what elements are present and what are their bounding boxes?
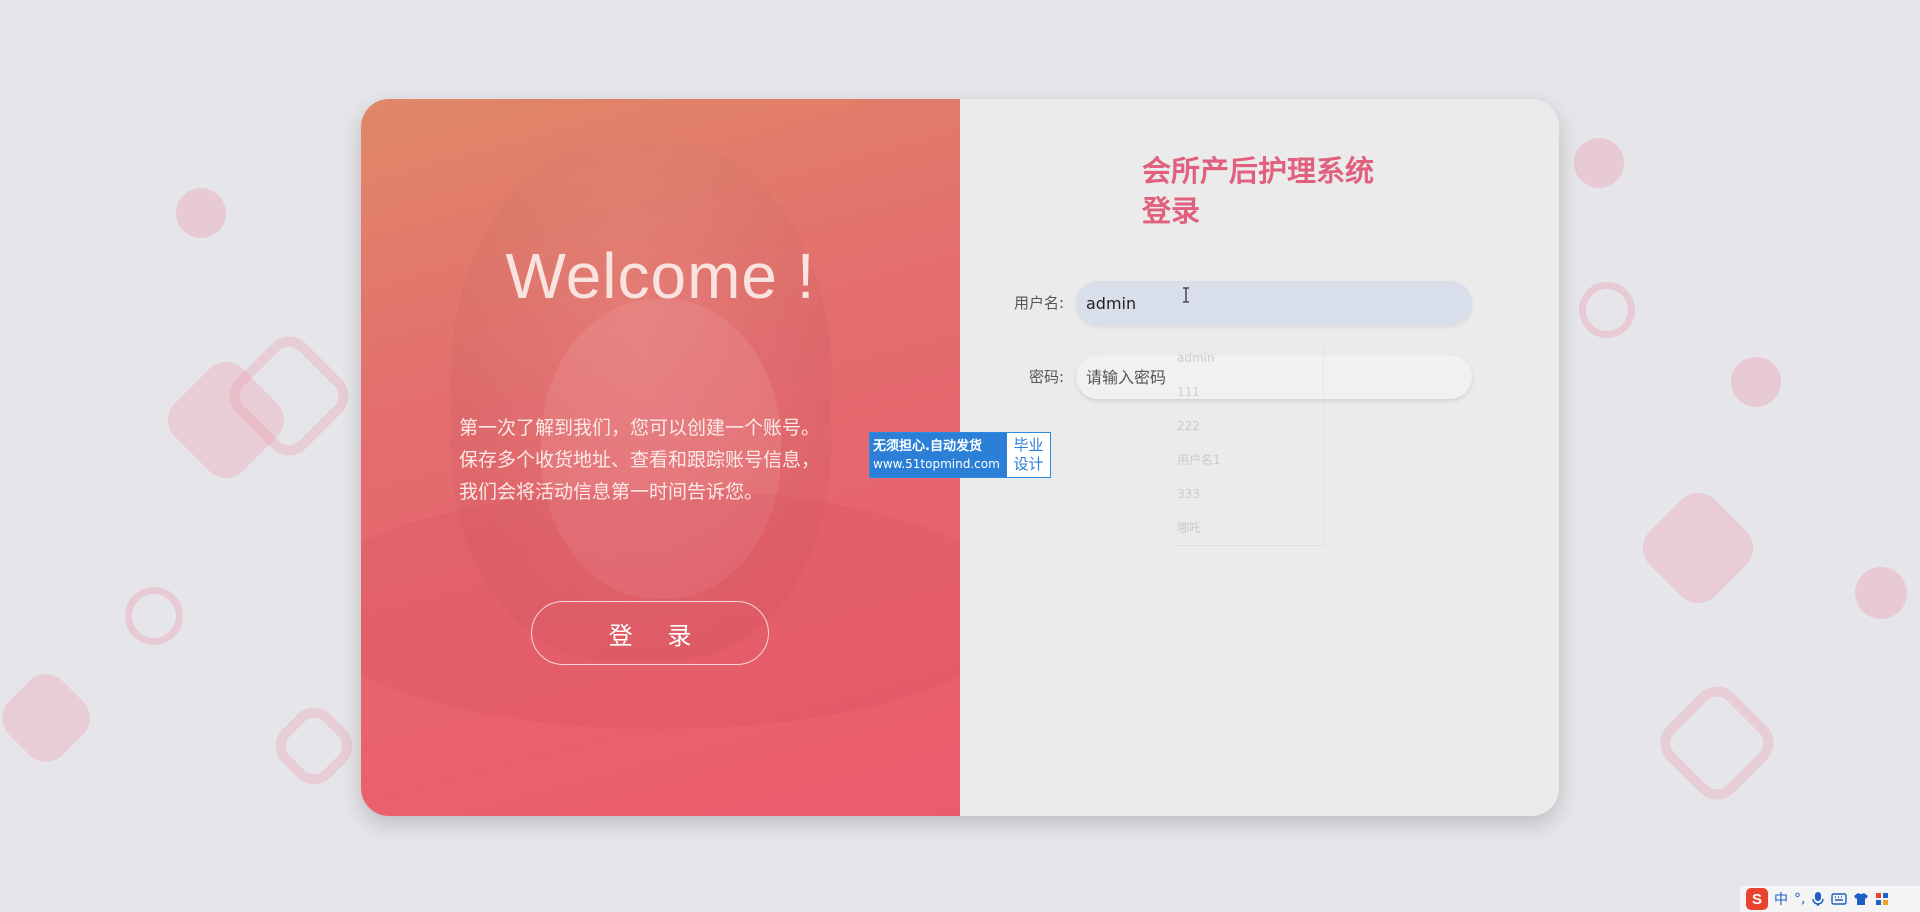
bg-rounded-square bbox=[0, 664, 100, 772]
ime-toolbar: S 中 °, bbox=[1740, 886, 1920, 912]
mic-icon[interactable] bbox=[1811, 891, 1825, 907]
password-label: 密码: bbox=[1028, 368, 1064, 386]
welcome-heading: Welcome ! bbox=[505, 240, 816, 312]
page-title-line: 会所产后护理系统 bbox=[1142, 154, 1375, 188]
bg-ring bbox=[1579, 282, 1635, 338]
watermark-text: 无须担心.自动发货 www.51topmind.com bbox=[870, 433, 1007, 477]
grid-icon[interactable] bbox=[1875, 892, 1889, 906]
bg-dot bbox=[1731, 357, 1781, 407]
ime-mode-toggle[interactable]: 中 bbox=[1774, 889, 1788, 909]
ime-punctuation-toggle[interactable]: °, bbox=[1794, 891, 1805, 907]
watermark-label-line: 设计 bbox=[1013, 455, 1044, 473]
watermark-label: 毕业 设计 bbox=[1007, 433, 1050, 477]
watermark-badge[interactable]: 无须担心.自动发货 www.51topmind.com 毕业 设计 bbox=[869, 432, 1051, 478]
keyboard-icon[interactable] bbox=[1831, 892, 1848, 906]
text-cursor-icon bbox=[1183, 287, 1189, 303]
username-input[interactable] bbox=[1076, 281, 1472, 325]
intro-line: 第一次了解到我们，您可以创建一个账号。 bbox=[459, 417, 821, 439]
autocomplete-item[interactable]: 用户名1 bbox=[1173, 443, 1323, 477]
bg-rounded-square-outline bbox=[265, 697, 363, 795]
sogou-logo-icon[interactable]: S bbox=[1746, 888, 1768, 910]
shirt-icon[interactable] bbox=[1853, 892, 1869, 906]
bg-rounded-square bbox=[1632, 482, 1764, 614]
intro-line: 保存多个收货地址、查看和跟踪账号信息， bbox=[459, 449, 821, 471]
intro-line: 我们会将活动信息第一时间告诉您。 bbox=[459, 481, 764, 503]
bg-dot bbox=[1855, 567, 1907, 619]
autocomplete-dropdown: admin 111 222 用户名1 333 哪吒 bbox=[1173, 341, 1324, 546]
login-page: Welcome ! 第一次了解到我们，您可以创建一个账号。 保存多个收货地址、查… bbox=[0, 0, 1920, 912]
bg-ring bbox=[125, 587, 183, 645]
username-label: 用户名: bbox=[1013, 294, 1064, 312]
page-title-line: 登录 bbox=[1142, 194, 1201, 228]
bg-rounded-square-outline bbox=[1650, 676, 1784, 810]
autocomplete-item[interactable]: 333 bbox=[1173, 477, 1323, 511]
switch-login-button[interactable]: 登 录 bbox=[531, 601, 769, 665]
watermark-line: 无须担心.自动发货 bbox=[873, 438, 982, 454]
intro-text: 第一次了解到我们，您可以创建一个账号。 保存多个收货地址、查看和跟踪账号信息， … bbox=[459, 412, 879, 508]
page-title: 会所产后护理系统 登录 bbox=[1142, 151, 1374, 231]
autocomplete-item[interactable]: 哪吒 bbox=[1173, 511, 1323, 545]
bg-dot bbox=[176, 188, 226, 238]
watermark-label-line: 毕业 bbox=[1013, 436, 1044, 454]
autocomplete-item[interactable]: admin bbox=[1173, 341, 1323, 375]
bg-dot bbox=[1574, 138, 1624, 188]
autocomplete-item[interactable]: 222 bbox=[1173, 409, 1323, 443]
autocomplete-item[interactable]: 111 bbox=[1173, 375, 1323, 409]
watermark-url: www.51topmind.com bbox=[873, 456, 1000, 471]
